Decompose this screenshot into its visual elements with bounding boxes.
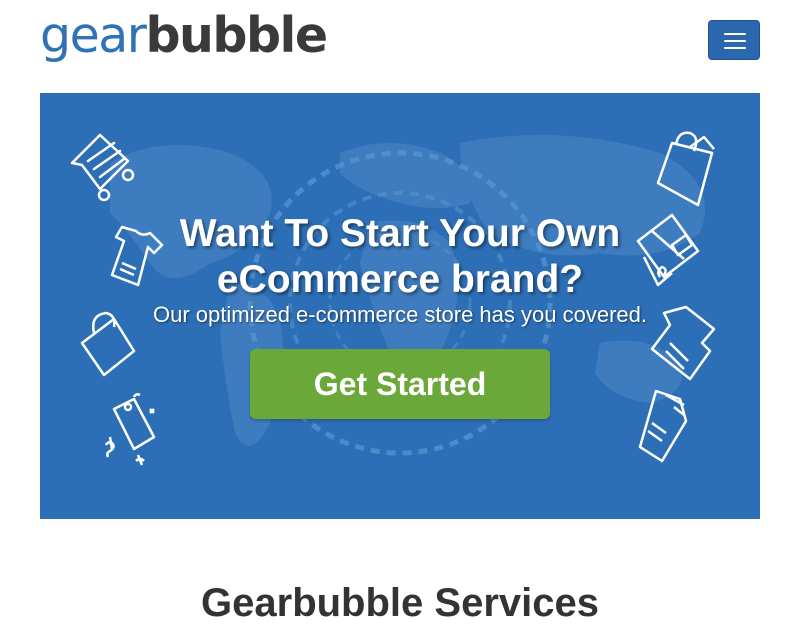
hamburger-bar <box>724 40 746 42</box>
banner-subline: Our optimized e-commerce store has you c… <box>153 302 647 327</box>
headline-line-1: Want To Start Your Own <box>179 212 621 255</box>
gearbubble-logo[interactable]: gearbubble <box>40 6 328 66</box>
shopping-cart-icon <box>70 133 135 202</box>
section-title: Gearbubble Services <box>201 581 599 625</box>
site-header: gearbubble <box>0 0 800 93</box>
shopping-bag-icon <box>656 131 715 207</box>
logo-gear-text: gear <box>40 7 147 64</box>
hamburger-bar <box>724 47 746 49</box>
hero-banner: Want To Start Your Own eCommerce brand? … <box>40 93 760 519</box>
hamburger-menu-icon <box>724 33 746 35</box>
price-tags-icon <box>104 393 156 466</box>
get-started-button[interactable]: Get Started <box>250 349 550 419</box>
menu-toggle-button[interactable] <box>708 20 760 60</box>
logo-bubble-text: bubble <box>145 7 328 64</box>
headline-line-2: eCommerce brand? <box>216 258 584 301</box>
wallet-icon <box>638 389 688 463</box>
